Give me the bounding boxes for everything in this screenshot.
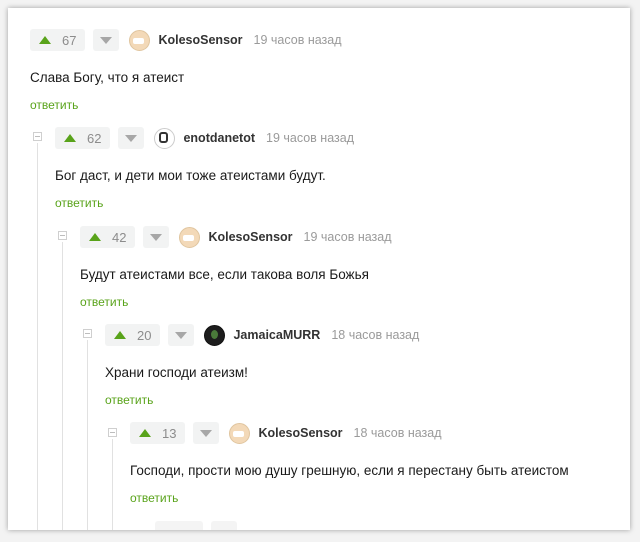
comments-panel: 67 KolesoSensor 19 часов назад Слава Бог… <box>8 8 630 530</box>
downvote-button[interactable] <box>168 324 195 346</box>
reply-link[interactable]: ответить <box>55 196 354 210</box>
comment-text: Храни господи атеизм! <box>105 365 248 380</box>
upvote-arrow-icon <box>39 36 51 44</box>
thread-line <box>87 340 88 530</box>
username[interactable]: JamaicaMURR <box>233 328 320 342</box>
timestamp: 18 часов назад <box>353 426 442 440</box>
comment-header: 62 enotdanetot 19 часов назад <box>55 127 354 149</box>
comment: 62 enotdanetot 19 часов назад Бог даст, … <box>55 127 354 210</box>
timestamp: 19 часов назад <box>253 33 342 47</box>
timestamp: 19 часов назад <box>303 230 392 244</box>
comment-text: Господи, прости мою душу грешную, если я… <box>130 463 569 478</box>
comment: 42 KolesoSensor 19 часов назад Будут ате… <box>80 226 392 309</box>
upvote-button[interactable]: 62 <box>55 127 111 149</box>
upvote-arrow-icon <box>64 134 76 142</box>
upvote-button[interactable]: 13 <box>130 422 186 444</box>
comment-header: 13 KolesoSensor 18 часов назад <box>130 422 569 444</box>
vote-count: 62 <box>87 130 102 146</box>
thread-line <box>62 242 63 530</box>
vote-count: 13 <box>162 425 177 441</box>
collapse-toggle[interactable] <box>33 132 42 141</box>
timestamp: 18 часов назад <box>331 328 420 342</box>
comment: 67 KolesoSensor 19 часов назад Слава Бог… <box>30 29 342 112</box>
dark-figure-avatar-icon <box>211 329 219 339</box>
comment-text: Бог даст, и дети мои тоже атеистами буду… <box>55 168 326 183</box>
comment-text: Будут атеистами все, если такова воля Бо… <box>80 267 369 282</box>
thread-line <box>112 439 113 530</box>
comment-text: Слава Богу, что я атеист <box>30 70 185 85</box>
raccoon-sketch-avatar-icon <box>159 131 169 143</box>
upvote-button[interactable]: 20 <box>105 324 161 346</box>
downvote-button[interactable] <box>118 127 145 149</box>
downvote-button[interactable] <box>143 226 170 248</box>
comment: 13 KolesoSensor 18 часов назад Господи, … <box>130 422 569 505</box>
downvote-arrow-icon <box>175 332 188 339</box>
downvote-arrow-icon <box>200 430 213 437</box>
upvote-arrow-icon <box>139 429 151 437</box>
timestamp: 19 часов назад <box>266 131 354 145</box>
upvote-arrow-icon <box>114 331 126 339</box>
reply-link[interactable]: ответить <box>30 98 342 112</box>
thread-line <box>37 143 38 530</box>
collapse-toggle[interactable] <box>58 231 67 240</box>
reply-link[interactable]: ответить <box>80 295 392 309</box>
avatar[interactable] <box>179 226 201 248</box>
username[interactable]: enotdanetot <box>183 131 255 145</box>
comment-header: 20 JamaicaMURR 18 часов назад <box>105 324 419 346</box>
username[interactable]: KolesoSensor <box>258 426 342 440</box>
sensor-face-avatar-icon <box>233 430 245 437</box>
avatar[interactable] <box>129 29 151 51</box>
reply-link[interactable]: ответить <box>130 491 569 505</box>
upvote-button[interactable]: 67 <box>30 29 86 51</box>
downvote-button[interactable] <box>193 422 220 444</box>
vote-count: 67 <box>62 32 77 48</box>
comment-header: 42 KolesoSensor 19 часов назад <box>80 226 392 248</box>
username[interactable]: KolesoSensor <box>158 33 242 47</box>
sensor-face-avatar-icon <box>183 234 195 241</box>
comment: 20 JamaicaMURR 18 часов назад Храни госп… <box>105 324 419 407</box>
collapse-toggle[interactable] <box>108 428 117 437</box>
sensor-face-avatar-icon <box>133 37 145 44</box>
upvote-arrow-icon <box>89 233 101 241</box>
upvote-button[interactable]: 42 <box>80 226 136 248</box>
downvote-arrow-icon <box>100 37 113 44</box>
downvote-button[interactable] <box>93 29 120 51</box>
avatar[interactable] <box>204 324 226 346</box>
comment-header: 67 KolesoSensor 19 часов назад <box>30 29 342 51</box>
reply-link[interactable]: ответить <box>105 393 419 407</box>
avatar[interactable] <box>229 422 251 444</box>
collapse-toggle[interactable] <box>83 329 92 338</box>
avatar[interactable] <box>154 127 176 149</box>
username[interactable]: KolesoSensor <box>208 230 292 244</box>
downvote-arrow-icon <box>150 234 163 241</box>
downvote-arrow-icon <box>125 135 138 142</box>
upvote-button[interactable] <box>155 521 203 530</box>
vote-count: 42 <box>112 229 127 245</box>
downvote-button[interactable] <box>211 521 237 530</box>
vote-count: 20 <box>137 327 152 343</box>
